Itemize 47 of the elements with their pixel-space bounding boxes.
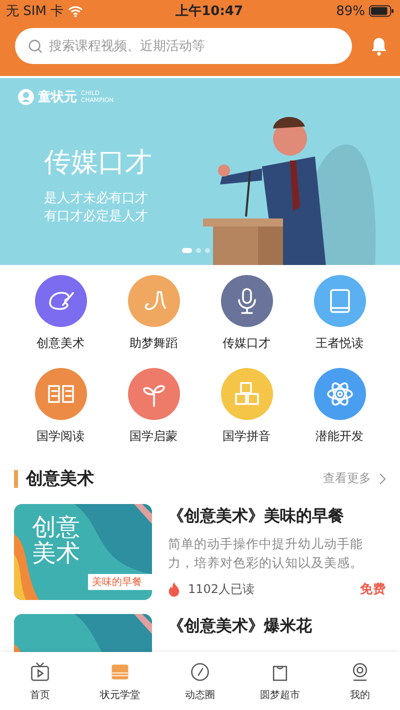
category-label: 王者悦读 [316,335,364,352]
carousel-dot[interactable] [205,248,210,253]
category-icon[interactable] [314,275,366,327]
chevron-right-icon[interactable] [379,472,386,484]
price-label: 免费 [360,580,386,598]
battery-icon [369,5,394,17]
category-icon[interactable] [220,275,272,327]
thumbnail-title: 创意美术 [32,514,81,567]
tab-item[interactable]: 状元学堂 [88,660,152,702]
clock-text: 上午10:47 [174,3,244,20]
section-marker [14,470,18,488]
flame-icon [168,581,180,597]
category-label: 潜能开发 [316,428,364,445]
banner-headline: 传媒口才 [44,146,152,180]
category-icon[interactable] [314,368,366,420]
logo-icon [18,89,34,105]
course-description: 简单的动手操作中提升幼儿动手能力，培养对色彩的认知以及美感。 [168,535,364,572]
brand-name: 童状元 [38,88,77,106]
banner-slogan: 有口才必定是人才 [44,208,149,226]
category-label: 国学阅读 [36,428,84,445]
category-label: 传媒口才 [222,335,270,352]
category-icon[interactable] [34,275,86,327]
tab-item[interactable]: 圆梦超市 [248,660,312,702]
section-title: 创意美术 [26,468,95,490]
tab-item[interactable]: 动态圈 [168,660,232,702]
search-field[interactable]: 搜索课程视频、近期活动等 [15,28,352,64]
read-count: 1102人已读 [188,580,256,598]
tab-icon [189,660,211,682]
category-label: 助梦舞蹈 [130,335,178,352]
thumbnail-tag: 美味的早餐 [88,574,152,590]
battery-text: 89% [336,4,365,18]
bell-icon[interactable] [370,36,388,56]
category-icon[interactable] [34,368,86,420]
carrier-text: 无 SIM 卡 [6,3,64,20]
category-icon[interactable] [128,275,180,327]
wifi-icon [68,6,83,16]
tab-item[interactable]: 我的 [328,660,392,702]
course-title[interactable]: 《创意美术》爆米花 [168,616,386,637]
category-label: 创意美术 [36,335,84,352]
carousel-dot[interactable] [196,248,201,253]
category-label: 国学启蒙 [130,428,178,445]
tab-item[interactable]: 首页 [8,660,72,702]
course-title[interactable]: 《创意美术》美味的早餐 [168,506,386,527]
category-icon[interactable] [128,368,180,420]
banner-slogan: 是人才未必有口才 [44,190,149,208]
tab-icon [29,660,51,682]
category-label: 国学拼音 [222,428,270,445]
